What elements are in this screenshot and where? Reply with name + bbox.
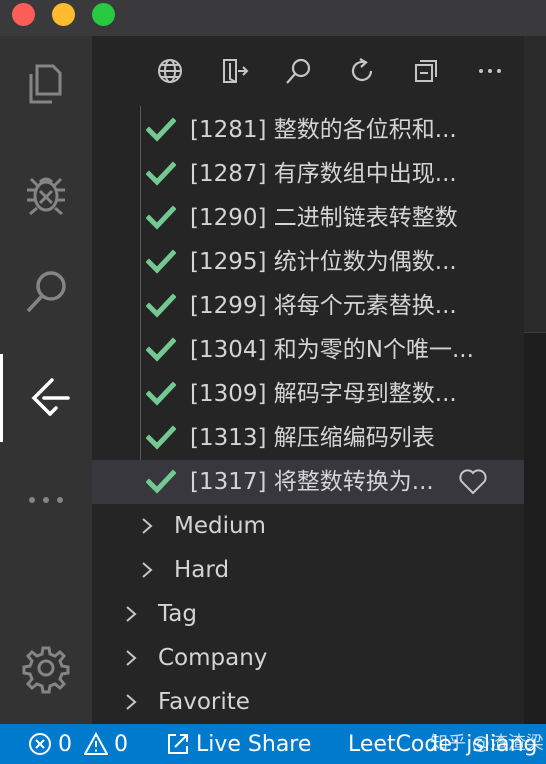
explorer-button[interactable]: [0, 40, 92, 128]
close-window-button[interactable]: [12, 3, 35, 26]
sign-out-icon: [223, 59, 249, 83]
watermark: 知乎 @渣渣梁: [430, 733, 544, 754]
problem-label: [1299] 将每个元素替换...: [190, 293, 457, 319]
activity-bar: [0, 36, 92, 724]
chevron-right-icon: [126, 650, 137, 666]
title-bar: [0, 0, 546, 36]
chevron-right-icon: [142, 562, 153, 578]
globe-icon: [158, 59, 182, 83]
problem-item[interactable]: [1317] 将整数转换为...: [92, 460, 524, 504]
error-count: 0: [58, 731, 72, 757]
refresh-button[interactable]: [344, 53, 380, 89]
collapse-all-icon: [415, 60, 437, 82]
tree-item-company[interactable]: Company: [92, 636, 524, 680]
bug-icon: [27, 177, 65, 216]
problem-item[interactable]: [1304] 和为零的N个唯一...: [92, 328, 524, 372]
live-share-label: Live Share: [196, 731, 312, 757]
problem-item[interactable]: [1281] 整数的各位积和...: [92, 108, 524, 152]
more-actions-button[interactable]: [472, 53, 508, 89]
ellipsis-icon: [29, 497, 63, 503]
check-icon: [146, 161, 176, 186]
tree-item-favorite[interactable]: Favorite: [92, 680, 524, 724]
search-problem-button[interactable]: [280, 53, 316, 89]
files-icon: [29, 64, 62, 104]
leetcode-icon: [31, 378, 70, 416]
check-icon: [146, 117, 176, 142]
problem-item[interactable]: [1309] 解码字母到整数...: [92, 372, 524, 416]
warning-count: 0: [114, 731, 128, 757]
warning-icon: [84, 732, 108, 755]
chevron-right-icon: [126, 694, 137, 710]
tree-item-label: Medium: [174, 513, 266, 539]
problem-label: [1295] 统计位数为偶数...: [190, 249, 457, 275]
gear-icon: [22, 646, 70, 694]
problem-label: [1281] 整数的各位积和...: [190, 117, 457, 143]
manage-button[interactable]: [0, 624, 92, 712]
collapse-all-button[interactable]: [408, 53, 444, 89]
problem-label: [1313] 解压缩编码列表: [190, 425, 435, 451]
sidebar-toolbar: [92, 36, 524, 106]
problem-item[interactable]: [1290] 二进制链表转整数: [92, 196, 524, 240]
search-icon: [26, 271, 66, 313]
tree-item-label: Hard: [174, 557, 230, 583]
tree-item-label: Tag: [158, 601, 197, 627]
maximize-window-button[interactable]: [92, 3, 115, 26]
live-share-status[interactable]: Live Share: [166, 724, 311, 764]
heart-icon[interactable]: [458, 468, 488, 496]
leetcode-button[interactable]: [0, 354, 92, 442]
chevron-right-icon: [126, 606, 137, 622]
search-button[interactable]: [0, 248, 92, 336]
tree-item-hard[interactable]: Hard: [92, 548, 524, 592]
problem-label: [1309] 解码字母到整数...: [190, 381, 457, 407]
tree-item-tag[interactable]: Tag: [92, 592, 524, 636]
more-icon: [479, 69, 501, 73]
tree-item-label: Favorite: [158, 689, 250, 715]
scrollbar-thumb[interactable]: [524, 36, 546, 333]
problem-label: [1317] 将整数转换为...: [190, 469, 434, 495]
live-share-icon: [168, 734, 188, 754]
leetcode-sidebar: [1281] 整数的各位积和... [1287] 有序数组中出现... [1290]…: [92, 36, 524, 724]
problem-label: [1290] 二进制链表转整数: [190, 205, 458, 231]
switch-endpoint-button[interactable]: [152, 53, 188, 89]
status-bar: 0 0 Live Share LeetCode: jsliang 知乎 @渣渣梁: [0, 724, 546, 764]
more-views-button[interactable]: [0, 456, 92, 544]
check-icon: [146, 381, 176, 406]
check-icon: [146, 249, 176, 274]
check-icon: [146, 469, 176, 494]
problem-label: [1304] 和为零的N个唯一...: [190, 337, 474, 363]
problem-item[interactable]: [1295] 统计位数为偶数...: [92, 240, 524, 284]
problem-label: [1287] 有序数组中出现...: [190, 161, 457, 187]
problem-item[interactable]: [1287] 有序数组中出现...: [92, 152, 524, 196]
tree-item-label: Company: [158, 645, 268, 671]
minimize-window-button[interactable]: [52, 3, 75, 26]
check-icon: [146, 425, 176, 450]
sign-out-button[interactable]: [216, 53, 252, 89]
refresh-icon: [351, 58, 373, 82]
problem-item[interactable]: [1299] 将每个元素替换...: [92, 284, 524, 328]
check-icon: [146, 205, 176, 230]
search-icon: [286, 58, 311, 84]
problem-item[interactable]: [1313] 解压缩编码列表: [92, 416, 524, 460]
chevron-right-icon: [142, 518, 153, 534]
check-icon: [146, 337, 176, 362]
problems-status[interactable]: 0 0: [28, 724, 128, 764]
check-icon: [146, 293, 176, 318]
debug-button[interactable]: [0, 148, 92, 236]
error-icon: [29, 733, 51, 755]
tree-item-medium[interactable]: Medium: [92, 504, 524, 548]
